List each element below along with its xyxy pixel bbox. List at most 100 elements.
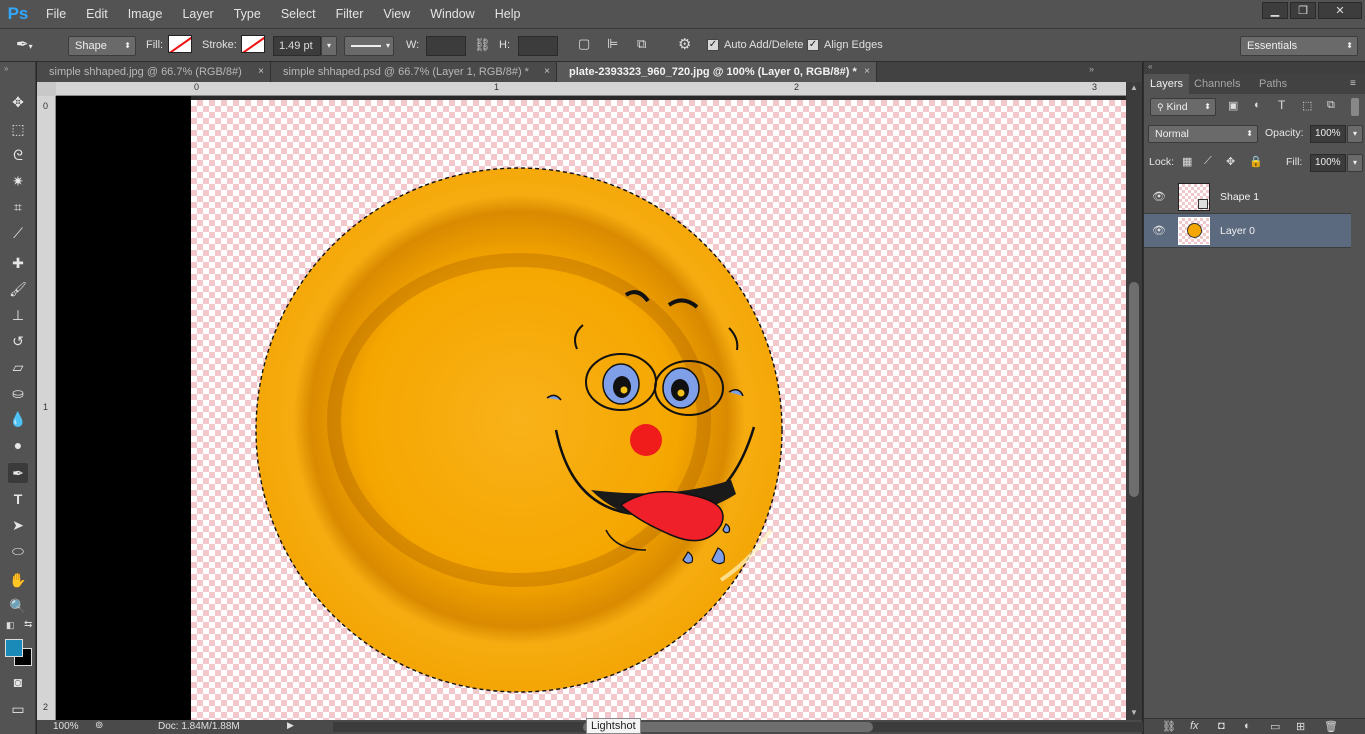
layer-name[interactable]: Shape 1 [1220, 191, 1259, 203]
ruler-origin[interactable] [37, 82, 56, 96]
tab-channels[interactable]: Channels [1188, 74, 1246, 94]
new-group-icon[interactable]: ▭ [1270, 720, 1280, 733]
menu-file[interactable]: File [36, 0, 76, 28]
tab-simple-shhaped-jpg[interactable]: simple shhaped.jpg @ 66.7% (RGB/8#) × [37, 62, 271, 82]
scroll-up-icon[interactable]: ▲ [1130, 83, 1138, 92]
foreground-color-swatch[interactable] [5, 639, 23, 657]
type-tool-icon[interactable]: T [8, 489, 28, 509]
height-input[interactable] [518, 36, 558, 56]
pen-tool-preset-icon[interactable]: ✒▾ [16, 35, 46, 57]
horizontal-ruler[interactable]: 0 1 2 3 [56, 82, 1126, 96]
marquee-tool-icon[interactable]: ⬚ [8, 119, 28, 139]
layer-name[interactable]: Layer 0 [1220, 225, 1255, 237]
delete-layer-icon[interactable]: 🗑 [1324, 720, 1338, 733]
layer-row-layer-0[interactable]: 👁 Layer 0 [1144, 214, 1351, 248]
ellipse-tool-icon[interactable]: ⬭ [8, 541, 28, 561]
vertical-scroll-thumb[interactable] [1129, 282, 1139, 497]
filter-shape-icon[interactable]: ⬚ [1302, 99, 1312, 112]
eyedropper-tool-icon[interactable]: ⟋ [8, 223, 28, 243]
fill-dropdown[interactable]: ▾ [1347, 154, 1363, 172]
tabs-overflow-icon[interactable]: » [1089, 64, 1094, 74]
opacity-dropdown[interactable]: ▾ [1347, 125, 1363, 143]
hand-tool-icon[interactable]: ✋ [8, 570, 28, 590]
auto-add-delete-checkbox[interactable]: ✓ [707, 39, 719, 51]
menu-view[interactable]: View [373, 0, 420, 28]
eraser-tool-icon[interactable]: ▱ [8, 357, 28, 377]
vertical-scrollbar[interactable]: ▲ ▼ [1126, 82, 1142, 720]
close-tab-icon[interactable]: × [544, 62, 550, 82]
minimize-button[interactable]: ▁ [1262, 2, 1288, 19]
menu-layer[interactable]: Layer [172, 0, 223, 28]
add-mask-icon[interactable]: ◘ [1218, 720, 1225, 732]
history-brush-tool-icon[interactable]: ↺ [8, 331, 28, 351]
align-edges-checkbox[interactable]: ✓ [807, 39, 819, 51]
stroke-style-select[interactable]: ▾ [344, 36, 394, 56]
visibility-eye-icon[interactable]: 👁 [1152, 224, 1166, 237]
link-icon[interactable]: ⛓ [474, 37, 491, 53]
dodge-tool-icon[interactable]: ● [8, 435, 28, 455]
close-tab-icon[interactable]: × [258, 62, 264, 82]
fill-swatch[interactable] [168, 35, 192, 53]
close-tab-icon[interactable]: × [864, 62, 870, 82]
screen-mode-icon[interactable]: ▭ [8, 699, 28, 719]
scroll-down-icon[interactable]: ▼ [1130, 708, 1138, 717]
filter-type-icon[interactable]: T [1278, 98, 1285, 112]
panel-collapse-icon[interactable]: « [1148, 62, 1152, 71]
close-window-button[interactable]: ✕ [1318, 2, 1362, 19]
menu-image[interactable]: Image [118, 0, 173, 28]
filter-smart-object-icon[interactable]: ⧉ [1327, 99, 1335, 112]
lock-position-icon[interactable]: ✥ [1226, 155, 1235, 168]
zoom-level[interactable]: 100% [53, 721, 79, 732]
width-input[interactable] [426, 36, 466, 56]
tab-layers[interactable]: Layers [1144, 74, 1190, 94]
default-colors-icon[interactable]: ◧ [6, 620, 15, 631]
stroke-width-dropdown[interactable]: ▾ [321, 36, 337, 56]
menu-filter[interactable]: Filter [326, 0, 374, 28]
tool-mode-select[interactable]: Shape ⬍ [68, 36, 136, 56]
layer-style-icon[interactable]: fx [1190, 720, 1199, 732]
tab-paths[interactable]: Paths [1253, 74, 1293, 94]
swap-colors-icon[interactable]: ⇆ [24, 619, 32, 630]
move-tool-icon[interactable]: ✥ [8, 92, 28, 112]
layer-row-shape-1[interactable]: 👁 Shape 1 [1144, 180, 1351, 214]
gear-icon[interactable]: ⚙ [678, 35, 691, 53]
link-layers-icon[interactable]: ⛓ [1162, 720, 1176, 733]
menu-window[interactable]: Window [420, 0, 484, 28]
brush-tool-icon[interactable]: 🖌 [8, 279, 28, 299]
panel-menu-icon[interactable]: ≡ [1350, 78, 1356, 89]
filter-toggle[interactable] [1351, 98, 1359, 116]
path-arrangement-icon[interactable]: ⧉ [637, 36, 646, 52]
stroke-width-input[interactable]: 1.49 pt [273, 36, 321, 56]
tab-simple-shhaped-psd[interactable]: simple shhaped.psd @ 66.7% (Layer 1, RGB… [271, 62, 557, 82]
crop-tool-icon[interactable]: ⌗ [8, 197, 28, 217]
workspace-select[interactable]: Essentials ⬍ [1240, 36, 1358, 56]
tab-plate-jpg[interactable]: plate-2393323_960_720.jpg @ 100% (Layer … [557, 62, 877, 82]
menu-edit[interactable]: Edit [76, 0, 118, 28]
paint-bucket-tool-icon[interactable]: ⛀ [8, 383, 28, 403]
horizontal-scrollbar[interactable] [333, 722, 1155, 732]
vertical-ruler[interactable]: 0 1 2 [37, 96, 56, 720]
canvas-workspace[interactable] [56, 96, 1126, 720]
healing-brush-tool-icon[interactable]: ✚ [8, 253, 28, 273]
status-share-icon[interactable]: ⊚ [95, 720, 103, 731]
blend-mode-select[interactable]: Normal ⬍ [1148, 125, 1258, 143]
menu-type[interactable]: Type [224, 0, 271, 28]
collapse-arrows-icon[interactable]: » [4, 64, 8, 73]
filter-pixel-icon[interactable]: ▣ [1228, 99, 1238, 112]
blur-tool-icon[interactable]: 💧 [8, 409, 28, 429]
visibility-eye-icon[interactable]: 👁 [1152, 190, 1166, 203]
status-menu-arrow-icon[interactable]: ▶ [287, 720, 294, 731]
restore-button[interactable]: ❐ [1290, 2, 1316, 19]
new-layer-icon[interactable]: ⊞ [1296, 720, 1305, 733]
layer-filter-select[interactable]: ⚲ Kind ⬍ [1150, 98, 1216, 116]
lasso-tool-icon[interactable]: ᘓ [8, 145, 28, 165]
stroke-swatch[interactable] [241, 35, 265, 53]
magic-wand-tool-icon[interactable]: ✷ [8, 171, 28, 191]
path-selection-tool-icon[interactable]: ➤ [8, 515, 28, 535]
quick-mask-icon[interactable]: ◙ [8, 672, 28, 692]
lock-transparent-icon[interactable]: ▦ [1182, 155, 1192, 168]
lock-all-icon[interactable]: 🔒 [1249, 155, 1263, 168]
menu-help[interactable]: Help [485, 0, 531, 28]
fill-input[interactable]: 100% [1310, 154, 1346, 172]
filter-adjustment-icon[interactable]: ◐ [1254, 99, 1261, 111]
